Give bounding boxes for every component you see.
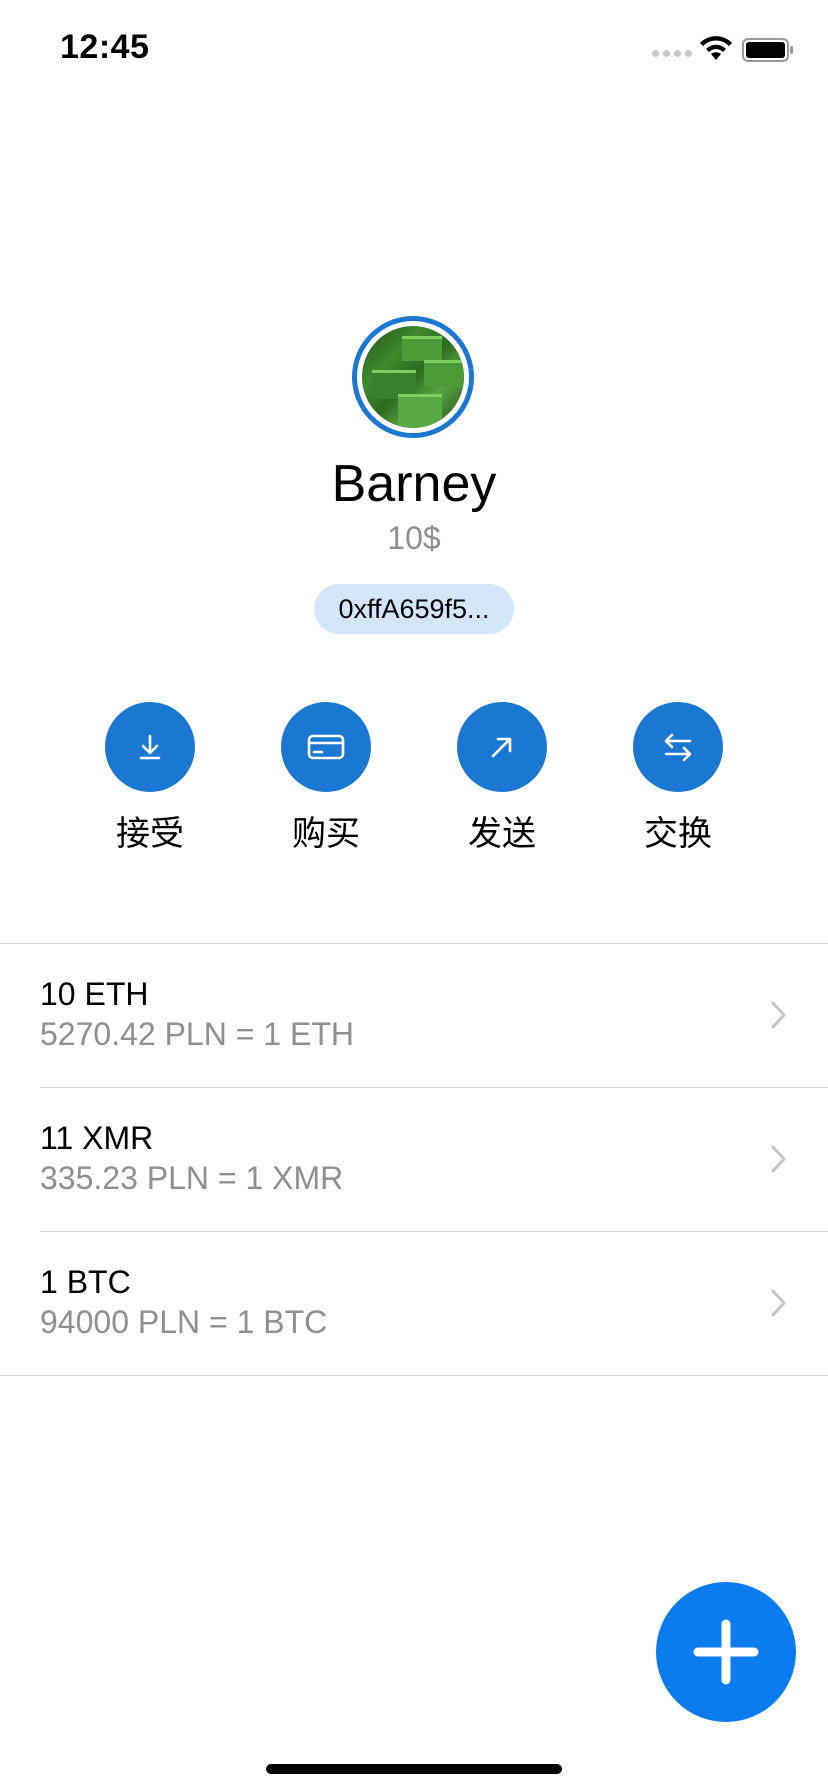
profile-name: Barney [331, 455, 497, 513]
token-amount: 10 ETH [40, 976, 149, 1012]
buy-button[interactable]: 购买 [276, 702, 376, 855]
token-rate: 335.23 PLN = 1 XMR [40, 1160, 344, 1196]
status-time: 12:45 [60, 28, 150, 66]
wallet-address: 0xffA659f5... [338, 593, 490, 624]
token-row-eth[interactable]: 10 ETH 5270.42 PLN = 1 ETH [0, 944, 828, 1087]
send-label: 发送 [468, 814, 536, 854]
token-amount: 11 XMR [40, 1120, 154, 1156]
add-token-button[interactable] [656, 1582, 796, 1722]
chevron-right-icon [771, 1289, 786, 1317]
token-rate: 94000 PLN = 1 BTC [40, 1304, 328, 1340]
send-button[interactable]: 发送 [452, 702, 552, 855]
token-rate: 5270.42 PLN = 1 ETH [40, 1016, 354, 1052]
wifi-icon [700, 36, 732, 60]
avatar[interactable] [352, 316, 474, 438]
buy-label: 购买 [292, 814, 360, 854]
chevron-right-icon [771, 1001, 786, 1029]
token-row-btc[interactable]: 1 BTC 94000 PLN = 1 BTC [0, 1232, 828, 1375]
chevron-right-icon [771, 1145, 786, 1173]
card-icon [307, 734, 345, 760]
status-bar: 12:45 [0, 0, 828, 100]
token-list: 10 ETH 5270.42 PLN = 1 ETH 11 XMR 335.23… [0, 943, 828, 1376]
swap-button[interactable]: 交换 [628, 702, 728, 855]
avatar-image [362, 326, 464, 428]
cellular-signal-icon [652, 50, 692, 57]
swap-label: 交换 [644, 814, 712, 854]
token-row-xmr[interactable]: 11 XMR 335.23 PLN = 1 XMR [0, 1088, 828, 1231]
send-arrow-icon [491, 737, 512, 758]
swap-icon [664, 733, 692, 762]
download-icon [139, 734, 161, 760]
profile-balance: 10$ [387, 520, 441, 556]
divider [0, 1375, 828, 1376]
token-amount: 1 BTC [40, 1264, 131, 1300]
receive-label: 接受 [116, 814, 184, 854]
plus-icon [693, 1619, 759, 1685]
home-indicator[interactable] [266, 1764, 562, 1774]
receive-button[interactable]: 接受 [100, 702, 200, 855]
battery-icon [742, 38, 793, 62]
wallet-address-pill[interactable]: 0xffA659f5... [314, 584, 514, 634]
